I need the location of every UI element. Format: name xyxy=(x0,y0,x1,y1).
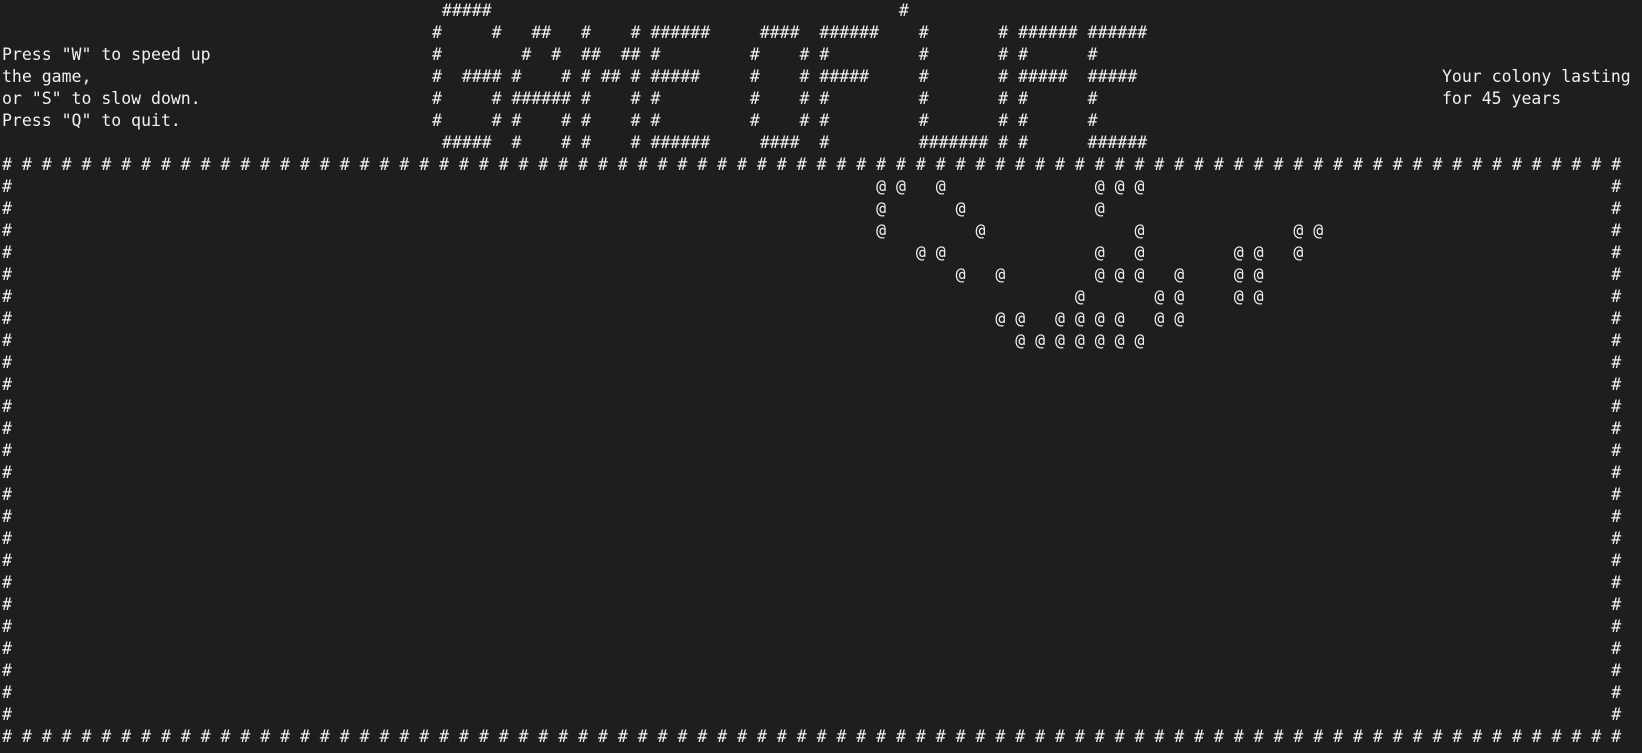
game-of-life-title-art: ##### # # # ## # # ###### #### ###### # … xyxy=(432,1,1148,152)
status-line-years: for 45 years xyxy=(1442,89,1562,108)
help-line-speed-up: Press "W" to speed up xyxy=(2,45,211,64)
help-line-quit: Press "Q" to quit. xyxy=(2,111,181,130)
colony-status: Your colony lasting for 45 years xyxy=(1442,66,1631,110)
game-board: # # # # # # # # # # # # # # # # # # # # … xyxy=(2,155,1622,746)
status-line-lasting: Your colony lasting xyxy=(1442,67,1631,86)
controls-help: Press "W" to speed up the game, or "S" t… xyxy=(2,44,211,132)
help-line-slow-down: or "S" to slow down. xyxy=(2,89,201,108)
help-line-game: the game, xyxy=(2,67,92,86)
